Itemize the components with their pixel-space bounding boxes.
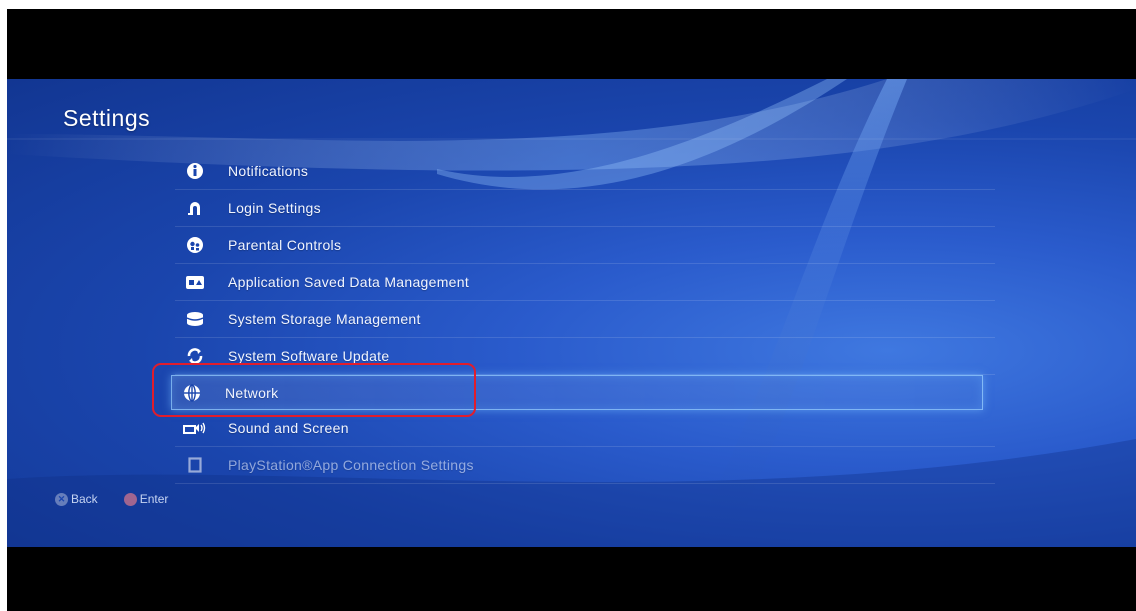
menu-item-label: Sound and Screen <box>228 420 349 436</box>
menu-item-label: System Software Update <box>228 348 390 364</box>
settings-menu: Notifications Login Settings Parental Co… <box>171 153 995 484</box>
tv-frame: Settings Notifications Login Settings Pa… <box>7 9 1136 611</box>
network-highlight-outline <box>152 363 476 417</box>
storage-icon <box>182 309 208 329</box>
parental-icon <box>182 235 208 255</box>
circle-button-icon <box>123 492 137 506</box>
menu-item-label: Parental Controls <box>228 237 342 253</box>
button-hints: ✕ Back Enter <box>55 492 194 506</box>
sound-screen-icon <box>182 418 208 438</box>
saved-data-icon <box>182 272 208 292</box>
menu-item-parental-controls[interactable]: Parental Controls <box>175 227 995 264</box>
menu-item-label: PlayStation®App Connection Settings <box>228 457 474 473</box>
back-hint[interactable]: ✕ Back <box>55 492 98 506</box>
device-icon <box>182 455 208 475</box>
menu-item-playstation-app[interactable]: PlayStation®App Connection Settings <box>175 447 995 484</box>
menu-item-label: System Storage Management <box>228 311 421 327</box>
menu-item-saved-data[interactable]: Application Saved Data Management <box>175 264 995 301</box>
cross-button-icon: ✕ <box>55 492 68 506</box>
login-icon <box>182 198 208 218</box>
menu-item-label: Application Saved Data Management <box>228 274 470 290</box>
settings-screen: Settings Notifications Login Settings Pa… <box>7 79 1136 547</box>
menu-item-notifications[interactable]: Notifications <box>175 153 995 190</box>
menu-item-storage[interactable]: System Storage Management <box>175 301 995 338</box>
menu-item-label: Login Settings <box>228 200 321 216</box>
enter-label: Enter <box>139 492 169 506</box>
info-icon <box>182 161 208 181</box>
enter-hint[interactable]: Enter <box>123 492 169 506</box>
page-title: Settings <box>63 105 151 131</box>
menu-item-label: Notifications <box>228 163 309 179</box>
back-label: Back <box>71 492 98 506</box>
menu-item-login-settings[interactable]: Login Settings <box>175 190 995 227</box>
